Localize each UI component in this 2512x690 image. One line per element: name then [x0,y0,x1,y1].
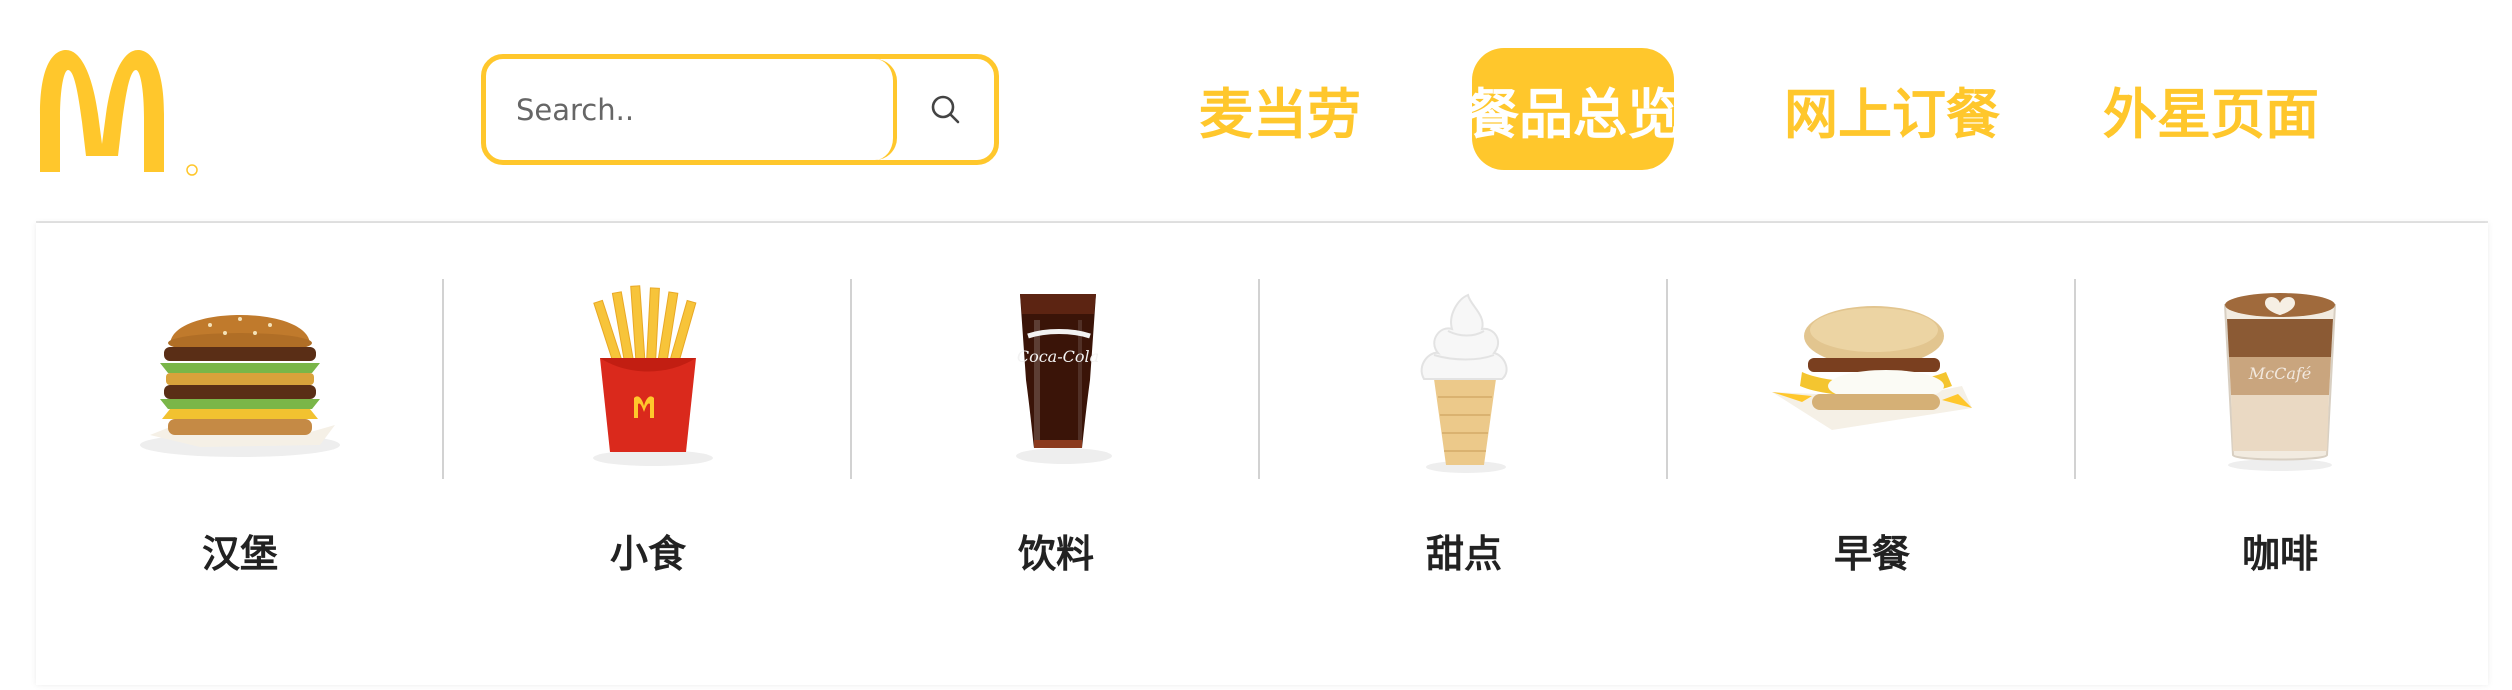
svg-text:Coca-Cola: Coca-Cola [1017,347,1099,366]
cola-icon: Coca-Cola [852,275,1260,475]
category-label: 小食 [609,532,686,576]
category-snacks[interactable]: 小食 [444,223,852,685]
category-label: 饮料 [1017,532,1094,576]
category-desserts[interactable]: 甜点 [1260,223,1668,685]
nav-item-alien-page[interactable]: 外星页面 [2103,48,2319,170]
category-burger[interactable]: 汉堡 [36,223,444,685]
category-drinks[interactable]: Coca-Cola 饮料 [852,223,1260,685]
breakfast-muffin-icon [1668,275,2076,475]
category-label: 汉堡 [201,532,278,576]
ice-cream-cone-icon [1260,275,1668,475]
category-label: 咖啡 [2241,532,2318,576]
site-header: 麦当劳 餐品总览 网上订餐 外星页面 [0,0,2512,223]
nav-item-menu-overview[interactable]: 餐品总览 [1465,48,1681,170]
mcdonalds-logo-icon[interactable] [36,44,200,176]
category-label: 甜点 [1425,532,1502,576]
svg-text:McCafé: McCafé [2248,364,2312,383]
fries-icon [444,275,852,475]
category-breakfast[interactable]: 早餐 [1668,223,2076,685]
search-input[interactable] [486,59,897,160]
menu-dropdown-panel: 汉堡 小食 Coca-Cola 饮料 甜点 早餐 McCafé 咖啡 [36,223,2488,685]
search-button[interactable] [897,59,994,160]
category-label: 早餐 [1833,532,1910,576]
coffee-latte-icon: McCafé [2076,275,2484,475]
search-icon [931,95,959,123]
nav-item-mcdonalds[interactable]: 麦当劳 [1199,48,1361,170]
category-coffee[interactable]: McCafé 咖啡 [2076,223,2484,685]
search-box [481,54,999,165]
nav-item-online-order[interactable]: 网上订餐 [1784,48,2000,170]
burger-icon [36,275,444,475]
